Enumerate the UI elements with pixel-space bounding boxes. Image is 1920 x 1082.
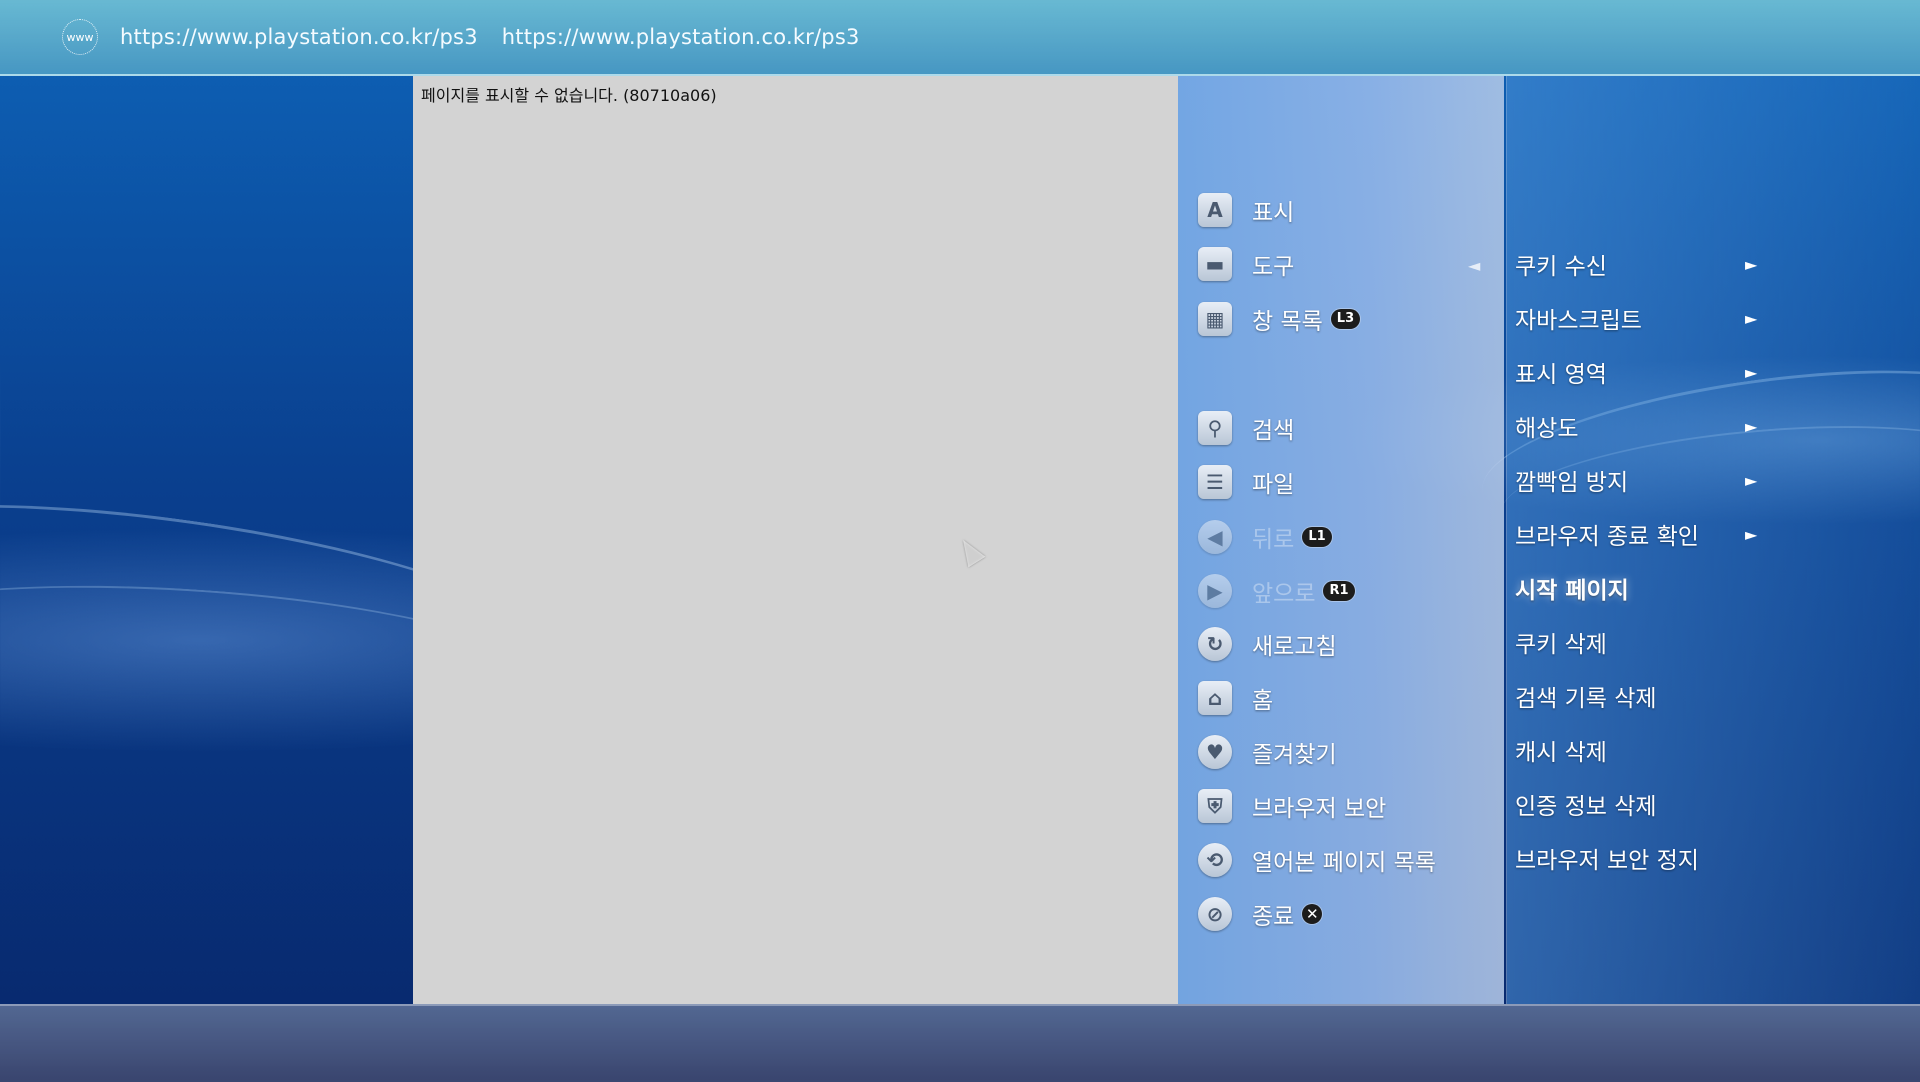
search-icon: ⚲ xyxy=(1198,411,1232,445)
menu-item-label: 표시 xyxy=(1252,200,1295,226)
chevron-right-icon: ► xyxy=(1745,254,1758,274)
chevron-right-icon: ► xyxy=(1745,308,1758,328)
menu-item-home[interactable]: ⌂ 홈 xyxy=(1198,678,1273,718)
chevron-right-icon: ► xyxy=(1745,470,1758,490)
menu-item-label: 앞으로 xyxy=(1252,581,1316,607)
menu-item-history[interactable]: ⟲ 열어본 페이지 목록 xyxy=(1198,840,1436,880)
submenu-item-label: 시작 페이지 xyxy=(1515,578,1629,604)
l3-button-icon: L3 xyxy=(1330,309,1361,329)
forward-arrow-icon: ▶ xyxy=(1198,574,1232,608)
menu-item-tools[interactable]: ▬ 도구 xyxy=(1198,244,1294,284)
heart-icon: ♥ xyxy=(1198,735,1232,769)
menu-item-browser-security[interactable]: ⛨ 브라우저 보안 xyxy=(1198,786,1386,826)
menu-item-display[interactable]: A 표시 xyxy=(1198,190,1294,230)
menu-item-exit[interactable]: ⊘ 종료 ✕ xyxy=(1198,894,1323,934)
window-list-icon: ▦ xyxy=(1198,302,1232,336)
page-title: https://www.playstation.co.kr/ps3 xyxy=(501,25,860,49)
menu-item-label: 열어본 페이지 목록 xyxy=(1252,850,1436,876)
submenu-item-delete-auth-info[interactable]: 인증 정보 삭제 xyxy=(1515,784,1755,824)
menu-item-window-list[interactable]: ▦ 창 목록 L3 xyxy=(1198,299,1361,339)
chevron-right-icon: ► xyxy=(1745,524,1758,544)
submenu-item-display-area[interactable]: 표시 영역 ► xyxy=(1515,352,1758,392)
submenu-item-label: 브라우저 종료 확인 xyxy=(1515,524,1699,550)
cross-button-icon: ✕ xyxy=(1302,904,1323,924)
submenu-item-delete-cookies[interactable]: 쿠키 삭제 xyxy=(1515,622,1755,662)
home-icon: ⌂ xyxy=(1198,681,1232,715)
submenu-item-label: 표시 영역 xyxy=(1515,362,1607,388)
menu-item-file[interactable]: ☰ 파일 xyxy=(1198,462,1294,502)
submenu-item-start-page[interactable]: 시작 페이지 xyxy=(1515,568,1755,608)
menu-item-forward[interactable]: ▶ 앞으로 R1 xyxy=(1198,571,1355,611)
menu-item-label: 홈 xyxy=(1252,688,1274,714)
browser-page-view[interactable]: 페이지를 표시할 수 없습니다. (80710a06) xyxy=(413,76,1178,1004)
menu-item-label: 즐겨찾기 xyxy=(1252,742,1337,768)
chevron-right-icon: ► xyxy=(1745,416,1758,436)
submenu-item-label: 자바스크립트 xyxy=(1515,308,1642,334)
menu-item-back[interactable]: ◀ 뒤로 L1 xyxy=(1198,517,1332,557)
refresh-icon: ↻ xyxy=(1198,627,1232,661)
submenu-item-stop-browser-security[interactable]: 브라우저 보안 정지 xyxy=(1515,838,1755,878)
menu-item-label: 브라우저 보안 xyxy=(1252,796,1387,822)
submenu-item-label: 깜빡임 방지 xyxy=(1515,470,1629,496)
menu-item-label: 종료 xyxy=(1252,904,1295,930)
tools-submenu: 쿠키 수신 ► 자바스크립트 ► 표시 영역 ► 해상도 ► 깜빡임 방지 ► … xyxy=(1506,76,1920,1004)
submenu-item-label: 쿠키 수신 xyxy=(1515,254,1607,280)
menu-item-label: 창 목록 xyxy=(1252,309,1323,335)
menu-item-label: 새로고침 xyxy=(1252,634,1337,660)
shield-icon: ⛨ xyxy=(1198,789,1232,823)
menu-item-label: 파일 xyxy=(1252,472,1295,498)
submenu-item-delete-search-history[interactable]: 검색 기록 삭제 xyxy=(1515,676,1755,716)
submenu-item-label: 검색 기록 삭제 xyxy=(1515,686,1657,712)
submenu-open-arrow-icon: ◄ xyxy=(1468,256,1481,275)
bottom-status-bar xyxy=(0,1004,1920,1082)
file-icon: ☰ xyxy=(1198,465,1232,499)
submenu-item-javascript[interactable]: 자바스크립트 ► xyxy=(1515,298,1758,338)
menu-item-label: 검색 xyxy=(1252,418,1295,444)
www-globe-icon: www xyxy=(62,19,98,55)
submenu-item-label: 해상도 xyxy=(1515,416,1579,442)
chevron-right-icon: ► xyxy=(1745,362,1758,382)
options-menu: A 표시 ▬ 도구 ◄ ▦ 창 목록 L3 ⚲ 검색 ☰ 파일 ◀ 뒤로 L1 … xyxy=(1178,76,1504,1004)
url-text[interactable]: https://www.playstation.co.kr/ps3 xyxy=(120,25,478,49)
submenu-item-label: 인증 정보 삭제 xyxy=(1515,794,1657,820)
submenu-item-label: 브라우저 보안 정지 xyxy=(1515,848,1699,874)
submenu-item-cookie-accept[interactable]: 쿠키 수신 ► xyxy=(1515,244,1758,284)
exit-icon: ⊘ xyxy=(1198,897,1232,931)
display-a-icon: A xyxy=(1198,193,1232,227)
submenu-item-label: 쿠키 삭제 xyxy=(1515,632,1607,658)
submenu-item-flicker-reduction[interactable]: 깜빡임 방지 ► xyxy=(1515,460,1758,500)
submenu-item-label: 캐시 삭제 xyxy=(1515,740,1607,766)
menu-item-refresh[interactable]: ↻ 새로고침 xyxy=(1198,624,1337,664)
history-icon: ⟲ xyxy=(1198,843,1232,877)
menu-item-bookmarks[interactable]: ♥ 즐겨찾기 xyxy=(1198,732,1337,772)
address-bar: www https://www.playstation.co.kr/ps3 ht… xyxy=(0,0,1920,76)
back-arrow-icon: ◀ xyxy=(1198,520,1232,554)
submenu-item-exit-confirm[interactable]: 브라우저 종료 확인 ► xyxy=(1515,514,1758,554)
submenu-item-delete-cache[interactable]: 캐시 삭제 xyxy=(1515,730,1755,770)
r1-button-icon: R1 xyxy=(1323,581,1355,601)
toolbox-icon: ▬ xyxy=(1198,247,1232,281)
menu-item-label: 뒤로 xyxy=(1252,527,1295,553)
menu-item-search[interactable]: ⚲ 검색 xyxy=(1198,408,1294,448)
menu-item-label: 도구 xyxy=(1252,254,1295,280)
l1-button-icon: L1 xyxy=(1302,527,1332,547)
submenu-item-resolution[interactable]: 해상도 ► xyxy=(1515,406,1758,446)
error-message: 페이지를 표시할 수 없습니다. (80710a06) xyxy=(421,86,717,105)
